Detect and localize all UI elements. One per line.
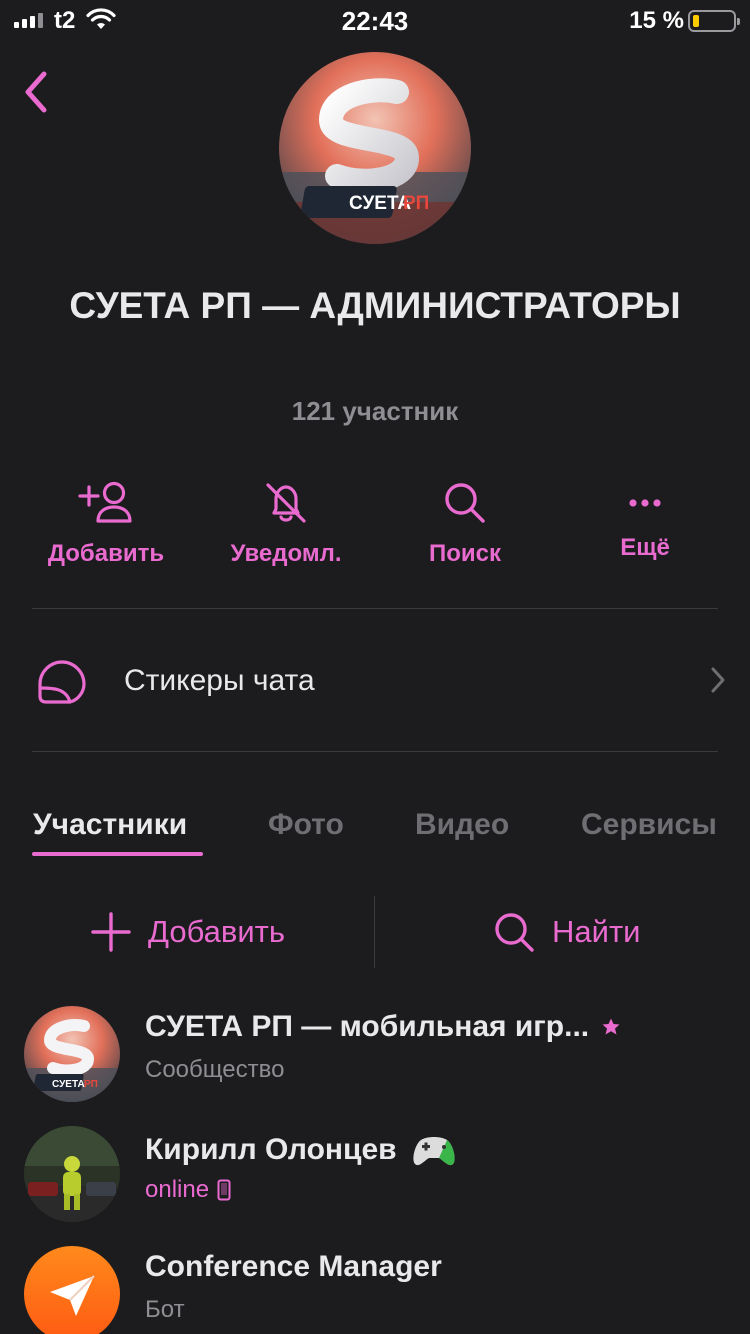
member-name: СУЕТА РП — мобильная игр... (145, 1010, 621, 1044)
mobile-phone-icon (217, 1179, 231, 1201)
chat-stickers-label: Стикеры чата (124, 664, 315, 697)
chevron-right-icon (711, 667, 725, 693)
status-bar: t2 22:43 15 % (0, 0, 750, 42)
tab-video[interactable]: Видео (415, 808, 509, 842)
notifications-label: Уведомл. (230, 540, 342, 567)
member-status-text: online (145, 1176, 210, 1203)
member-row[interactable]: Кирилл Олонцев online (0, 1118, 750, 1228)
member-actions: Добавить Найти (0, 896, 750, 968)
star-icon (602, 1018, 620, 1035)
tab-bar: Участники Фото Видео Сервисы (0, 800, 750, 860)
find-member-button[interactable]: Найти (492, 906, 640, 958)
chat-stickers-row[interactable]: Стикеры чата (0, 640, 750, 724)
svg-text:РП: РП (403, 193, 429, 214)
tab-services[interactable]: Сервисы (581, 808, 717, 842)
search-icon (445, 483, 485, 523)
avatar (24, 1246, 120, 1334)
group-avatar[interactable]: СУЕТА РП (279, 52, 471, 244)
chat-title: СУЕТА РП — АДМИНИСТРАТОРЫ (69, 285, 681, 326)
member-name: Кирилл Олонцев (145, 1130, 459, 1170)
search-action[interactable]: Поиск (375, 478, 555, 568)
more-label: Ещё (620, 534, 670, 561)
tab-members[interactable]: Участники (33, 808, 187, 842)
action-row: Добавить Уведомл. Поиск Ещё (0, 478, 750, 578)
add-user-icon (78, 481, 132, 523)
battery-icon (688, 10, 740, 32)
divider (374, 896, 375, 968)
member-name: Conference Manager (145, 1250, 442, 1284)
avatar (24, 1126, 120, 1222)
bell-off-icon (266, 483, 306, 523)
chevron-left-icon (25, 71, 47, 113)
more-icon (629, 499, 661, 507)
member-count: 121 участник (291, 396, 459, 426)
member-subtitle: Сообщество (145, 1056, 285, 1083)
avatar: СУЕТА РП (24, 1006, 120, 1102)
sticker-icon (38, 660, 86, 704)
battery-percent: 15 % (629, 7, 684, 34)
search-label: Поиск (428, 540, 502, 567)
member-name-text: СУЕТА РП — мобильная игр... (145, 1010, 590, 1043)
gamepad-icon (412, 1137, 455, 1166)
notifications-action[interactable]: Уведомл. (196, 478, 376, 568)
add-member-label: Добавить (47, 540, 165, 567)
active-tab-indicator (32, 852, 203, 856)
member-name-text: Кирилл Олонцев (145, 1133, 397, 1166)
member-status: online (145, 1176, 231, 1204)
add-member-button[interactable]: Добавить (90, 906, 285, 958)
add-member-action[interactable]: Добавить (16, 478, 196, 568)
back-button[interactable] (18, 66, 58, 118)
divider (32, 608, 718, 609)
member-name-text: Conference Manager (145, 1250, 442, 1283)
add-member-button-label: Добавить (148, 914, 286, 949)
member-row[interactable]: Conference Manager Бот (0, 1238, 750, 1334)
member-row[interactable]: СУЕТА РП СУЕТА РП — мобильная игр... Соо… (0, 998, 750, 1108)
plus-icon (91, 912, 131, 952)
svg-text:РП: РП (84, 1079, 98, 1090)
more-action[interactable]: Ещё (555, 478, 735, 562)
member-subtitle: Бот (145, 1296, 185, 1323)
search-icon (495, 913, 534, 952)
tab-photo[interactable]: Фото (268, 808, 344, 842)
svg-text:СУЕТА: СУЕТА (52, 1079, 85, 1090)
group-logo-image: СУЕТА РП (279, 52, 471, 244)
find-member-button-label: Найти (552, 914, 641, 949)
divider (32, 751, 718, 752)
